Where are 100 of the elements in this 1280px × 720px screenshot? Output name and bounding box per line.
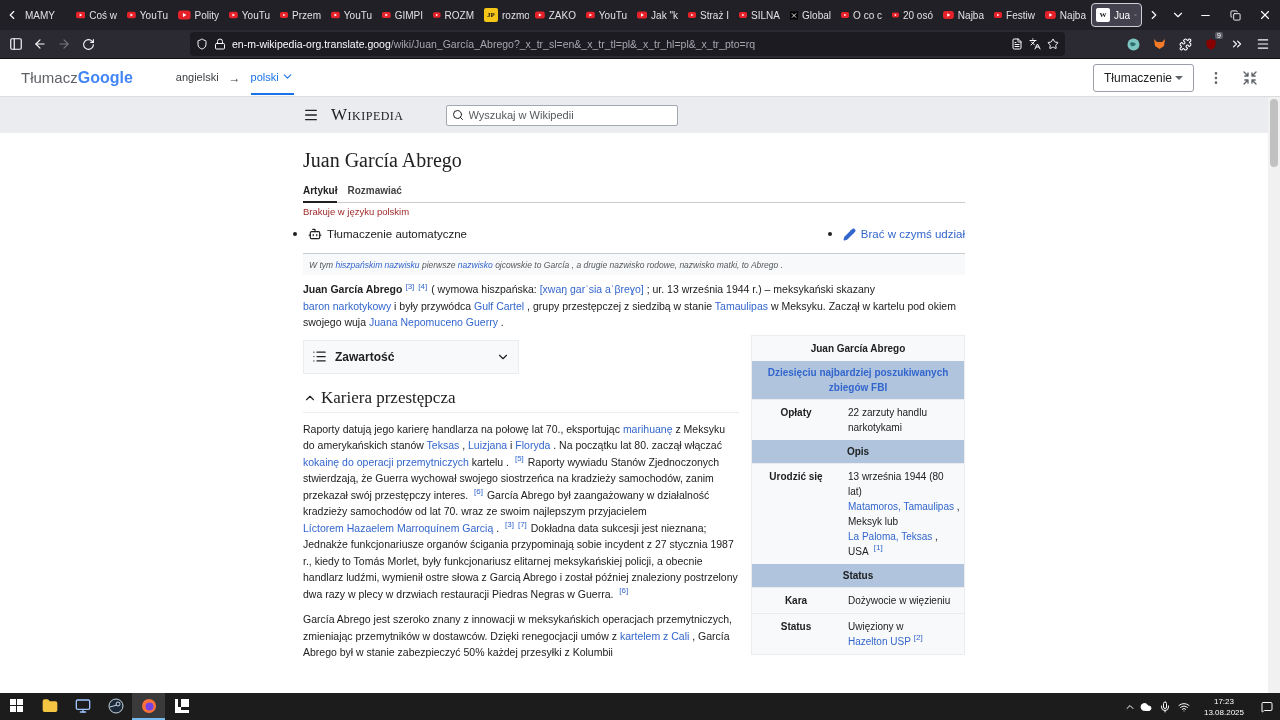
browser-tab[interactable]: Straż I [683,3,734,27]
hatnote: W tym hiszpańskim nazwisku pierwsze nazwisko ojcowskie to García , a drugie nazwisko rodowe, nazwisko matki, to Abrego . [303,253,965,275]
link[interactable]: nazwisko [457,260,493,270]
reference-link[interactable]: [7] [517,520,527,529]
browser-tab[interactable]: ZAKO [530,3,581,27]
browser-tab[interactable]: SILNA [734,3,785,27]
language-tab[interactable]: polski [250,60,294,95]
browser-tab[interactable]: MAMY [20,3,71,27]
link[interactable]: La Paloma, Teksas [848,530,933,542]
link[interactable]: Luizjana [468,439,508,451]
link[interactable]: kartelem z Cali [619,629,690,642]
notifications-icon[interactable] [1261,700,1273,713]
paragraph: García Abrego jest szeroko znany z innowacji w meksykańskich operacjach przemytniczych, zmieniając przemytników w dostawców. Dzięki renegocjacji umów z kartelem z Cali , García Abrego był w stanie zabezpieczyć 50% każdej przesyłki z Kolumbii [303,612,733,660]
network-icon[interactable] [1177,700,1190,713]
menu-icon[interactable] [303,107,319,123]
overflow-menu-icon[interactable] [1230,37,1244,51]
video-play-icon [127,10,136,20]
section-heading: Kariera przestępcza [321,387,456,408]
link[interactable]: hiszpańskim nazwisku [335,260,420,270]
reference-link[interactable]: [6] [474,487,483,496]
browser-tab[interactable]: Najba [938,3,989,27]
wikipedia-logo[interactable]: Wikipedia [331,105,404,125]
reference-link[interactable]: [5] [514,454,524,463]
infobox-value: Uwięziony w Hazelton USP $^{[2]}$ [848,619,924,649]
reader-view-icon[interactable] [1011,38,1023,50]
video-play-icon [943,10,954,20]
search-field[interactable]: Wyszukaj w Wikipedii [445,104,678,126]
globe-icon[interactable] [1126,37,1140,51]
reference-link[interactable]: [1] [873,543,883,553]
browser-tab[interactable]: Global [785,3,836,27]
browser-tab[interactable]: Polity [173,3,224,27]
browser-tab[interactable]: GIMPI [377,3,428,27]
collapse-icon[interactable] [1242,69,1258,86]
address-bar[interactable]: en-m-wikipedia-org.translate.goog/wiki/Juan_García_Abrego?_x_tr_sl=en&_x_tr_tl=pl&_x_tr_hl=pl&_x_tr_pto=rq [190,32,1065,56]
reference-link[interactable]: [6] [619,586,629,595]
link[interactable]: kokainę do operacji przemytniczych [303,455,469,468]
page-tab[interactable]: Rozmawiać [347,182,402,203]
browser-tab[interactable]: Jak "k [632,3,683,27]
video-play-icon [994,10,1003,20]
infobox-label: Opłaty [779,405,813,420]
link[interactable]: Floryda [515,439,551,451]
pencil-icon [842,227,856,241]
link[interactable]: Juana Nepomuceno Guerry [368,316,498,328]
link[interactable]: Tamaulipas [714,299,768,312]
browser-tab[interactable]: ROZM [428,3,479,27]
link[interactable]: marihuanę [622,422,673,435]
infobox-value: 22 zarzuty handlu narkotykami [848,405,928,435]
sidebar-icon[interactable] [9,37,23,51]
video-play-icon [739,10,748,20]
link[interactable]: Líctorem Hazaelem Marroquínem Garcią [303,521,494,534]
link[interactable]: Teksas [426,439,460,451]
browser-tab[interactable]: YouTu [326,3,377,27]
search-icon [451,108,464,121]
video-play-icon [433,10,441,20]
browser-tab[interactable]: YouTu [122,3,173,27]
browser-tab[interactable]: O co c [836,3,887,27]
reference-link[interactable]: [3] [405,281,415,291]
bookmark-star-icon[interactable] [1047,38,1059,50]
browser-tab[interactable]: YouTu [224,3,275,27]
folder-icon [41,697,58,714]
page-tab[interactable]: Artykuł [303,182,338,203]
video-play-icon [382,10,391,20]
missing-language-notice: Brakuje w języku polskim [303,206,411,217]
link[interactable]: baron narkotykowy [303,299,392,312]
link[interactable]: [xwaŋ ɡarˈsia aˈβreɣo] [539,283,644,295]
browser-tab[interactable]: Festiw [989,3,1040,27]
windows-start-icon[interactable] [10,699,23,712]
link[interactable]: Hazelton USP [848,635,911,647]
browser-tab[interactable]: Przem [275,3,326,27]
video-play-icon [892,10,899,20]
contents-toggle[interactable]: Zawartość [303,339,519,374]
caret-icon [1175,75,1183,80]
browser-tab[interactable]: Najba [1040,3,1091,27]
back-icon[interactable] [33,37,47,51]
browser-tab[interactable]: YouTu [581,3,632,27]
restore-icon[interactable] [1229,9,1241,21]
language-tab[interactable]: angielski [175,60,219,95]
browser-tab[interactable]: Coś w [71,3,122,27]
firefox-icon [140,697,157,714]
forward-icon[interactable] [57,37,71,51]
link[interactable]: Gulf Cartel [474,299,525,312]
link[interactable]: Matamoros, Tamaulipas [848,500,954,512]
infobox-label: Status [779,619,813,634]
reload-icon[interactable] [81,37,95,51]
reference-link[interactable]: [3] [505,520,514,529]
contribute-link[interactable]: Brać w czymś udział [860,228,965,240]
microphone-icon[interactable] [1158,700,1171,713]
translation-mode-dropdown[interactable]: Tłumaczenie [1093,63,1194,92]
close-icon[interactable] [1258,8,1272,22]
menu-icon[interactable] [1256,37,1270,51]
extensions-icon[interactable] [1178,37,1192,51]
lock-icon [214,38,226,50]
clock[interactable]: 17:23 13.08.2025 [1203,695,1244,718]
monitor-icon [74,697,91,714]
browser-tab[interactable]: 20 osó [887,3,938,27]
reference-link[interactable]: [4] [418,281,428,291]
fox-icon[interactable] [1152,38,1166,50]
translate-icon[interactable] [1029,38,1041,50]
cloud-icon[interactable] [1139,700,1152,713]
reference-link[interactable]: [2] [913,633,923,643]
